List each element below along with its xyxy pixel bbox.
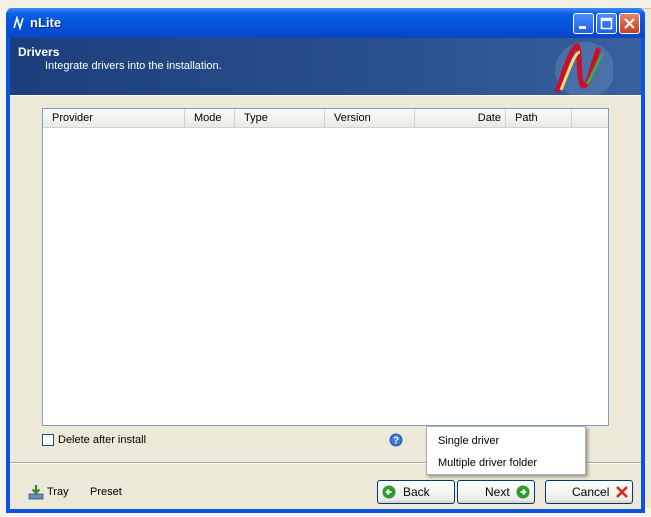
column-mode-label: Mode (194, 112, 222, 124)
next-button[interactable]: Next (457, 480, 535, 504)
tray-label: Tray (47, 486, 69, 498)
menu-item-multiple-driver-folder[interactable]: Multiple driver folder (428, 452, 584, 474)
column-provider[interactable]: Provider (43, 109, 185, 127)
column-date[interactable]: Date (415, 109, 506, 127)
arrow-right-icon (516, 485, 530, 499)
red-x-icon (616, 486, 628, 498)
maximize-button[interactable] (596, 13, 617, 34)
column-type-label: Type (244, 112, 268, 124)
next-label: Next (485, 485, 510, 499)
column-path-label: Path (515, 112, 538, 124)
column-version[interactable]: Version (325, 109, 415, 127)
cancel-button[interactable]: Cancel (545, 480, 633, 504)
delete-after-install-label[interactable]: Delete after install (58, 434, 146, 446)
minimize-button[interactable] (573, 13, 594, 34)
column-provider-label: Provider (52, 112, 93, 124)
help-icon[interactable]: ? (389, 433, 403, 447)
column-type[interactable]: Type (235, 109, 325, 127)
preset-button[interactable]: Preset (90, 486, 122, 498)
menu-item-single-driver[interactable]: Single driver (428, 430, 584, 452)
svg-text:?: ? (393, 436, 399, 447)
nlite-logo-icon (13, 16, 24, 30)
minimize-icon (579, 26, 586, 29)
page-title: Drivers (18, 45, 60, 59)
close-icon (624, 18, 635, 29)
insert-driver-menu: Single driver Multiple driver folder (426, 426, 586, 475)
driver-list-header: Provider Mode Type Version Date Path (43, 109, 608, 128)
cancel-label: Cancel (572, 485, 610, 499)
column-mode[interactable]: Mode (185, 109, 235, 127)
arrow-left-icon (382, 485, 396, 499)
column-version-label: Version (334, 112, 371, 124)
title-bar[interactable]: nLite (6, 8, 645, 38)
close-button[interactable] (619, 13, 640, 34)
back-button[interactable]: Back (377, 480, 455, 504)
back-label: Back (403, 485, 430, 499)
window-title: nLite (30, 15, 62, 30)
driver-list[interactable]: Provider Mode Type Version Date Path (42, 108, 609, 426)
column-date-label: Date (477, 112, 501, 124)
content-panel: Provider Mode Type Version Date Path Del… (10, 95, 641, 463)
page-header: Drivers Integrate drivers into the insta… (10, 38, 641, 95)
column-path[interactable]: Path (506, 109, 572, 127)
maximize-icon (600, 17, 613, 30)
delete-after-install-checkbox[interactable] (42, 434, 54, 446)
tray-down-arrow-icon (28, 485, 44, 500)
page-subtitle: Integrate drivers into the installation. (45, 60, 222, 72)
nlite-logo-icon (554, 42, 613, 95)
